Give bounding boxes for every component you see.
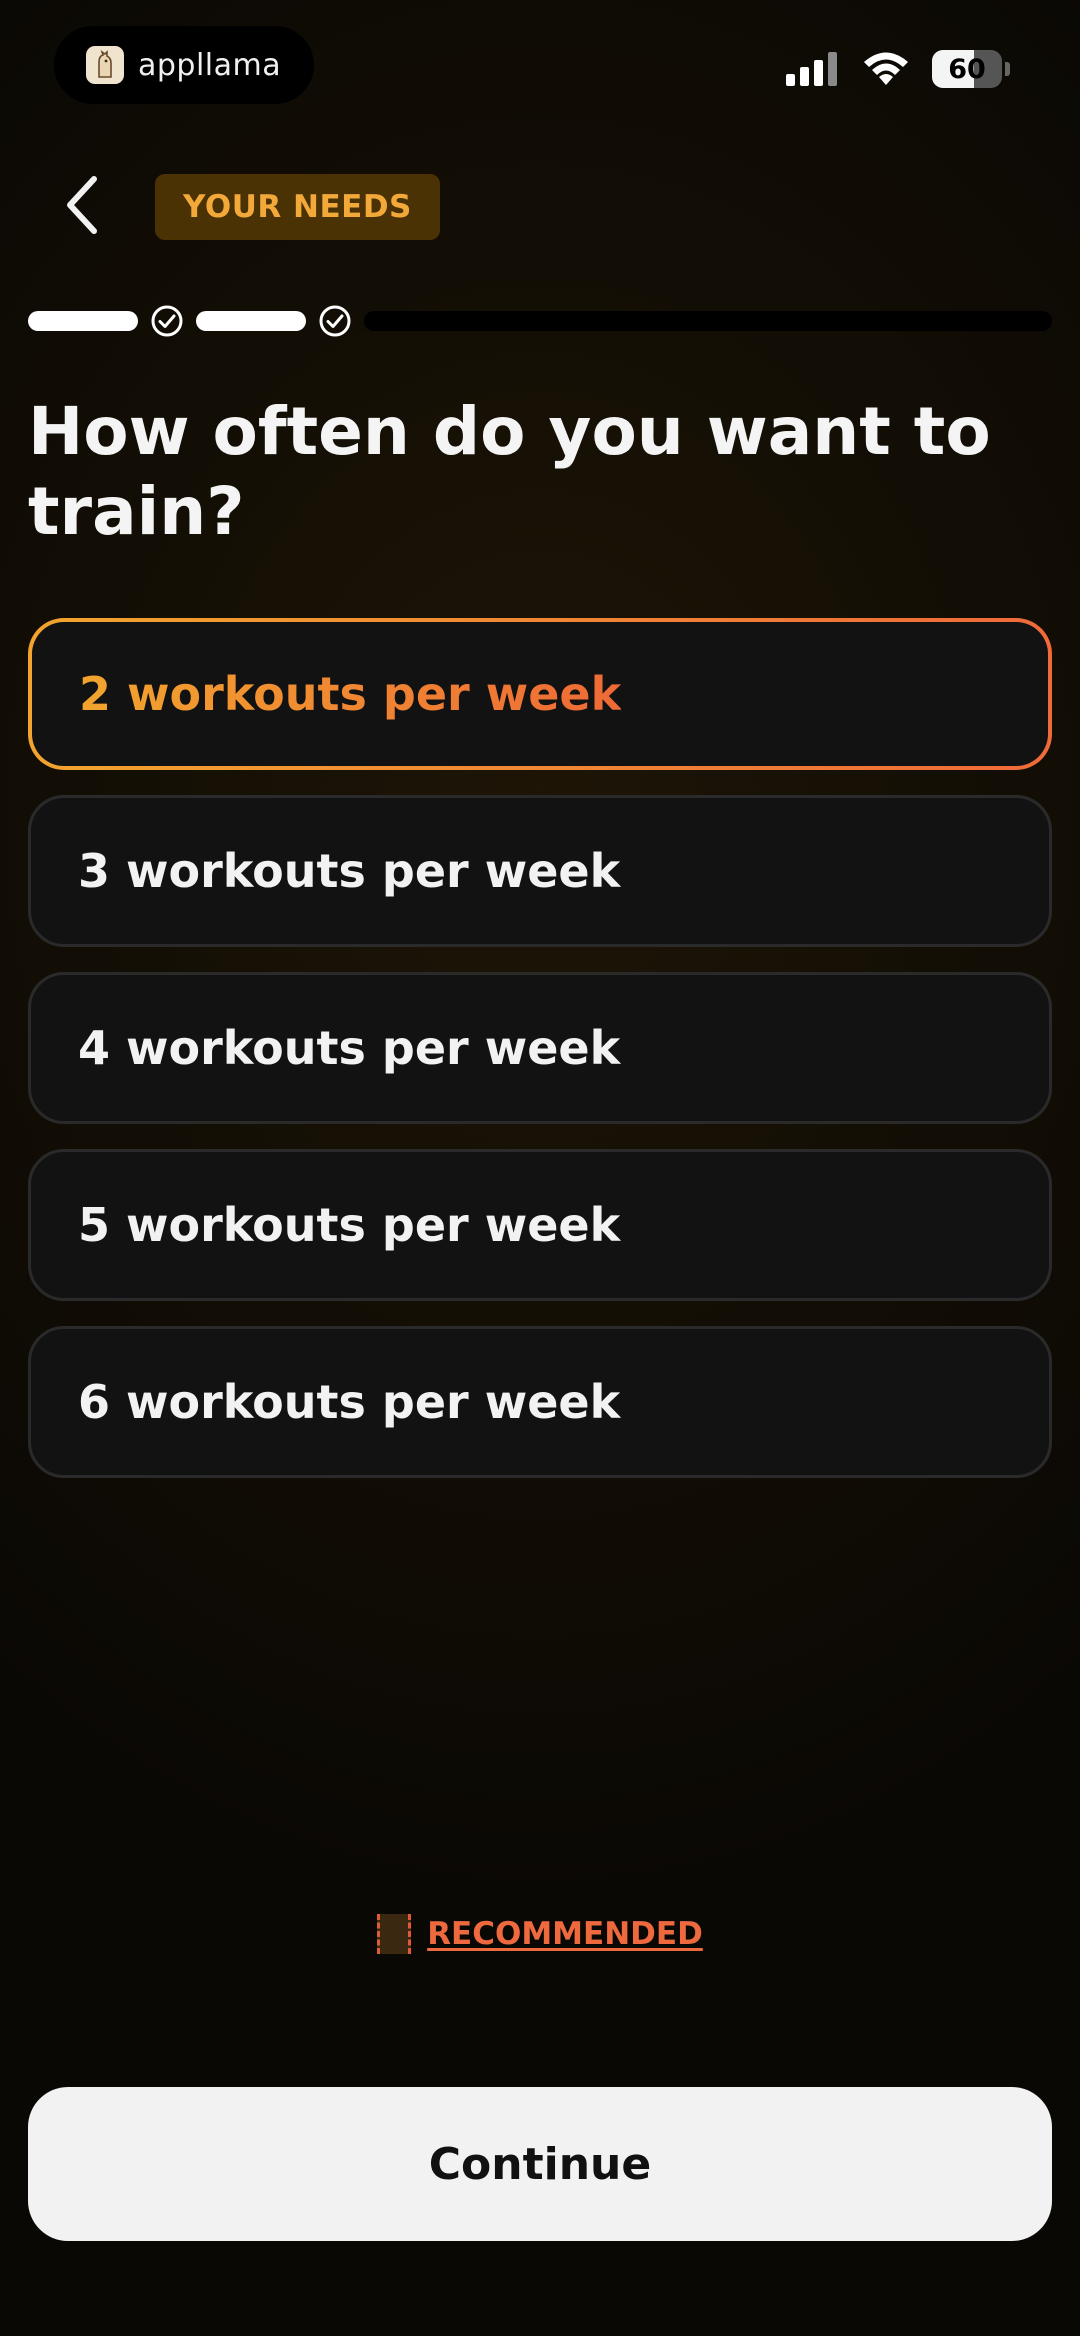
continue-button[interactable]: Continue — [28, 2087, 1052, 2241]
onboarding-progress — [28, 304, 1052, 338]
progress-segment-complete — [196, 311, 306, 331]
option-5-workouts[interactable]: 5 workouts per week — [28, 1149, 1052, 1301]
option-3-workouts[interactable]: 3 workouts per week — [28, 795, 1052, 947]
recommended-marker-icon — [377, 1914, 412, 1954]
section-badge: YOUR NEEDS — [155, 174, 440, 240]
progress-segment-complete — [28, 311, 138, 331]
recommended-label: RECOMMENDED — [427, 1916, 703, 1952]
check-circle-icon — [151, 305, 183, 337]
option-label: 6 workouts per week — [78, 1375, 621, 1429]
status-icons: 60 — [786, 50, 1010, 88]
screen: appllama 60 YOUR NEEDS How often do you … — [0, 0, 1080, 2336]
battery-indicator: 60 — [932, 50, 1002, 88]
app-brand-pill: appllama — [54, 26, 314, 104]
option-6-workouts[interactable]: 6 workouts per week — [28, 1326, 1052, 1478]
wifi-icon — [864, 52, 908, 85]
question-title: How often do you want to train? — [28, 393, 991, 550]
option-4-workouts[interactable]: 4 workouts per week — [28, 972, 1052, 1124]
progress-segment-remaining — [364, 311, 1052, 331]
app-brand-label: appllama — [138, 47, 282, 83]
option-label: 4 workouts per week — [78, 1021, 621, 1075]
llama-logo-icon — [86, 46, 124, 84]
option-label: 5 workouts per week — [78, 1198, 621, 1252]
check-circle-icon — [319, 305, 351, 337]
back-button[interactable] — [52, 170, 112, 240]
option-label: 3 workouts per week — [78, 844, 621, 898]
option-label: 2 workouts per week — [79, 667, 622, 721]
recommended-link[interactable]: RECOMMENDED — [0, 1914, 1080, 1954]
frequency-options: 2 workouts per week 3 workouts per week … — [28, 618, 1052, 1503]
chevron-left-icon — [67, 176, 97, 234]
option-2-workouts[interactable]: 2 workouts per week — [28, 618, 1052, 770]
battery-cap — [1005, 62, 1010, 76]
battery-level: 60 — [948, 53, 986, 85]
cellular-signal-icon — [786, 52, 837, 86]
